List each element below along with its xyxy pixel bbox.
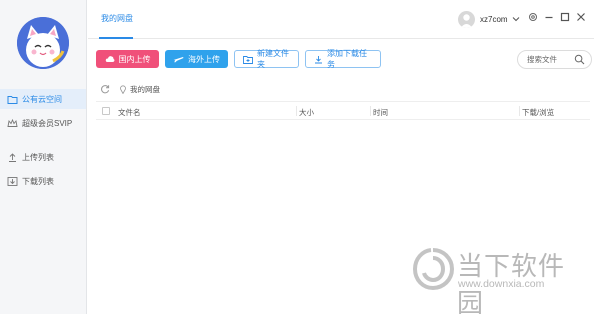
watermark: 当下软件园 www.downxia.com bbox=[410, 240, 590, 314]
upload-list-icon bbox=[7, 152, 18, 163]
file-table-header: 文件名 大小 时间 下载/浏览 bbox=[96, 101, 590, 120]
breadcrumb: 我的网盘 bbox=[100, 83, 160, 95]
user-avatar-icon bbox=[458, 10, 475, 28]
chevron-down-icon[interactable] bbox=[512, 16, 520, 22]
column-divider bbox=[370, 106, 371, 116]
cat-avatar-icon bbox=[17, 17, 69, 69]
plane-icon bbox=[173, 55, 184, 63]
domestic-upload-button[interactable]: 国内上传 bbox=[96, 50, 159, 68]
folder-icon bbox=[7, 94, 18, 105]
download-icon bbox=[314, 55, 323, 64]
column-header-size[interactable]: 大小 bbox=[299, 107, 314, 118]
username: xz7com bbox=[480, 14, 508, 24]
crown-icon bbox=[7, 118, 18, 129]
add-download-task-button[interactable]: 添加下载任务 bbox=[305, 49, 381, 69]
download-list-icon bbox=[7, 176, 18, 187]
settings-icon[interactable] bbox=[528, 12, 538, 22]
tab-my-disk[interactable]: 我的网盘 bbox=[101, 13, 133, 24]
column-header-time[interactable]: 时间 bbox=[373, 107, 388, 118]
new-folder-label: 新建文件夹 bbox=[257, 49, 289, 69]
overseas-upload-label: 海外上传 bbox=[188, 54, 220, 64]
new-folder-icon bbox=[243, 55, 253, 64]
new-folder-button[interactable]: 新建文件夹 bbox=[234, 49, 299, 69]
tab-active-indicator bbox=[99, 37, 133, 39]
watermark-url: www.downxia.com bbox=[458, 278, 545, 290]
breadcrumb-current[interactable]: 我的网盘 bbox=[130, 84, 160, 95]
user-menu[interactable]: xz7com bbox=[458, 9, 520, 29]
overseas-upload-button[interactable]: 海外上传 bbox=[165, 50, 228, 68]
maximize-icon[interactable] bbox=[560, 12, 570, 22]
top-bar: 我的网盘 xz7com bbox=[88, 0, 594, 39]
toolbar: 国内上传 海外上传 新建文件夹 添加下载任务 bbox=[96, 49, 381, 69]
add-download-task-label: 添加下载任务 bbox=[327, 49, 367, 69]
sidebar-item-svip[interactable]: 超级会员SVIP bbox=[0, 113, 86, 133]
minimize-icon[interactable] bbox=[544, 12, 554, 22]
search-icon[interactable] bbox=[574, 54, 585, 67]
sidebar-item-label: 超级会员SVIP bbox=[22, 118, 73, 128]
domestic-upload-label: 国内上传 bbox=[118, 54, 151, 64]
column-header-filename[interactable]: 文件名 bbox=[118, 107, 141, 118]
select-all-checkbox[interactable] bbox=[102, 107, 110, 115]
column-divider bbox=[519, 106, 520, 116]
downxia-logo-icon bbox=[412, 248, 455, 291]
cloud-upload-icon bbox=[105, 55, 115, 63]
column-header-download-browse[interactable]: 下载/浏览 bbox=[522, 107, 554, 118]
refresh-icon[interactable] bbox=[100, 84, 110, 94]
sidebar-item-download-list[interactable]: 下载列表 bbox=[0, 171, 86, 191]
column-divider bbox=[296, 106, 297, 116]
sidebar-item-label: 上传列表 bbox=[22, 152, 54, 162]
sidebar: 公有云空间 超级会员SVIP 上传列表 下载列表 bbox=[0, 0, 87, 314]
location-pin-icon bbox=[120, 84, 126, 94]
sidebar-item-public-cloud[interactable]: 公有云空间 bbox=[0, 89, 86, 109]
close-icon[interactable] bbox=[576, 12, 586, 22]
avatar[interactable] bbox=[17, 17, 69, 69]
window-controls bbox=[528, 12, 586, 22]
search-placeholder: 搜索文件 bbox=[527, 55, 557, 64]
sidebar-item-label: 下载列表 bbox=[22, 176, 54, 186]
sidebar-item-upload-list[interactable]: 上传列表 bbox=[0, 147, 86, 167]
search-input[interactable]: 搜索文件 bbox=[517, 50, 592, 69]
sidebar-item-label: 公有云空间 bbox=[22, 94, 62, 104]
